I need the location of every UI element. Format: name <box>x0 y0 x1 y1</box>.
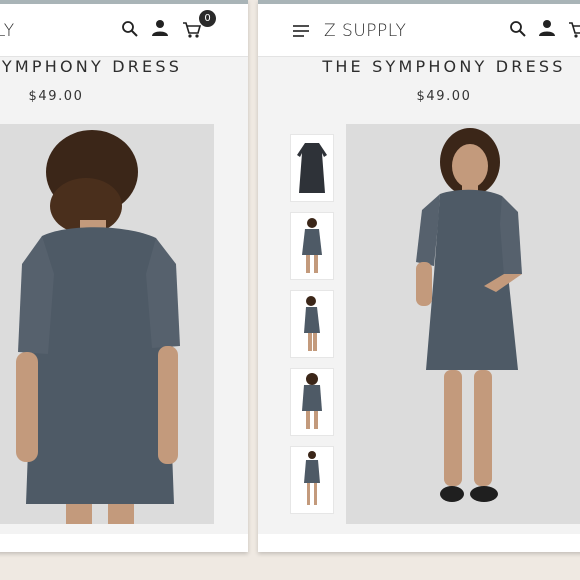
product-image-front-view[interactable] <box>346 124 580 524</box>
brand-logo-fragment[interactable]: LY <box>0 21 15 41</box>
product-title: YMPHONY DRESS <box>1 57 183 76</box>
menu-icon[interactable] <box>292 24 310 38</box>
thumbnail-side-view[interactable] <box>290 290 334 358</box>
thumbnail-back-view[interactable] <box>290 368 334 436</box>
model-back-view-illustration <box>0 124 214 524</box>
cart-icon[interactable] <box>568 21 580 39</box>
header-left: LY 0 <box>0 4 248 57</box>
product-content-left: YMPHONY DRESS $49.00 <box>0 57 248 534</box>
product-price: $49.00 <box>416 89 472 104</box>
account-icon[interactable] <box>538 19 556 37</box>
product-price: $49.00 <box>28 89 84 104</box>
thumbnail-flat-lay[interactable] <box>290 134 334 202</box>
cart-count-badge: 0 <box>199 10 216 27</box>
model-thumb-icon <box>302 373 322 429</box>
product-image-back-view[interactable] <box>0 124 214 524</box>
cart-icon[interactable] <box>182 21 202 39</box>
product-title: THE SYMPHONY DRESS <box>322 57 566 76</box>
right-screen: Z SUPPLY THE SYMPHONY DRESS $49.00 <box>258 0 580 552</box>
search-icon[interactable] <box>509 20 527 38</box>
model-thumb-icon <box>302 218 322 273</box>
left-screen: LY 0 YMPHONY DRESS $49.00 <box>0 0 248 552</box>
thumbnail-full-length[interactable] <box>290 446 334 514</box>
brand-logo[interactable]: Z SUPPLY <box>324 21 406 41</box>
header-right: Z SUPPLY <box>258 4 580 57</box>
model-front-view-illustration <box>346 124 580 524</box>
account-icon[interactable] <box>151 19 169 37</box>
model-thumb-icon <box>304 451 320 505</box>
search-icon[interactable] <box>121 20 139 38</box>
dress-flat-icon <box>297 143 327 193</box>
model-thumb-icon <box>304 296 320 351</box>
product-content-right: THE SYMPHONY DRESS $49.00 <box>258 57 580 534</box>
thumbnail-front-view[interactable] <box>290 212 334 280</box>
